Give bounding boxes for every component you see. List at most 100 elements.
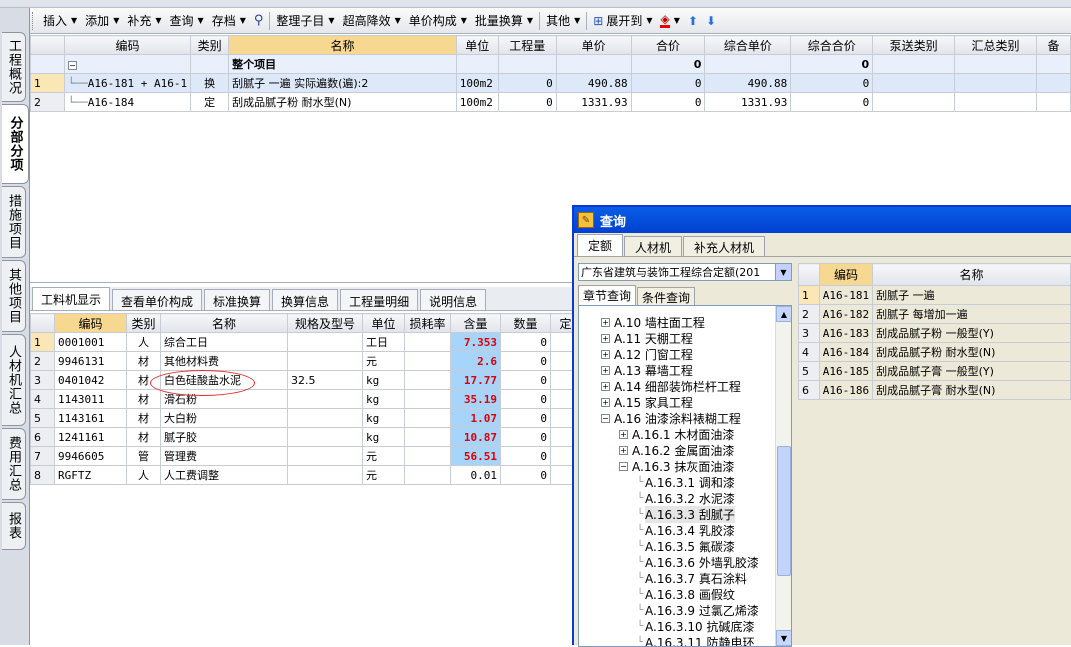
loss-rate-cell[interactable]	[405, 409, 451, 428]
row-number[interactable]: 2	[31, 352, 55, 371]
col-header-quantity[interactable]: 数量	[501, 314, 551, 333]
spec-cell[interactable]	[288, 390, 363, 409]
row-number[interactable]: 6	[31, 428, 55, 447]
unit-cell[interactable]: kg	[363, 409, 405, 428]
quantity-cell[interactable]: 0	[498, 74, 556, 93]
collapse-toggle-cell[interactable]: −	[64, 55, 190, 74]
tab-labor-material-display[interactable]: 工料机显示	[32, 287, 110, 310]
row-number[interactable]: 2	[31, 93, 65, 112]
tree-node[interactable]: −A.16 油漆涂料裱糊工程	[601, 410, 741, 426]
unit-cell[interactable]: 元	[363, 466, 405, 485]
table-row[interactable]: 1 A16-181 刮腻子 一遍	[799, 286, 1071, 305]
cell[interactable]	[1036, 55, 1070, 74]
name-cell[interactable]: 刮腻子 一遍	[873, 286, 1071, 305]
code-cell[interactable]: 1143011	[55, 390, 127, 409]
name-cell[interactable]: 刮成品腻子粉 耐水型(N)	[229, 93, 457, 112]
unit-price-composition-button[interactable]: 单价构成▼	[405, 10, 471, 32]
expand-icon[interactable]: +	[601, 366, 610, 375]
code-cell[interactable]: 9946605	[55, 447, 127, 466]
code-cell[interactable]: A16-181	[819, 286, 872, 305]
cell[interactable]	[955, 93, 1037, 112]
tab-description[interactable]: 说明信息	[420, 289, 486, 310]
quantity-cell[interactable]: 0	[501, 333, 551, 352]
col-header-remarks[interactable]: 备	[1036, 36, 1070, 55]
tree-node[interactable]: +A.14 细部装饰栏杆工程	[601, 378, 741, 394]
col-header-unit[interactable]: 单位	[363, 314, 405, 333]
code-cell[interactable]: └──A16-184	[64, 93, 190, 112]
name-cell[interactable]: 白色硅酸盐水泥	[161, 371, 288, 390]
tab-measures[interactable]: 措施项目	[2, 186, 26, 258]
content-cell[interactable]: 17.77	[451, 371, 501, 390]
unit-cell[interactable]: 100m2	[456, 93, 498, 112]
name-cell[interactable]: 刮成品腻子膏 一般型(Y)	[873, 362, 1071, 381]
spec-cell[interactable]	[288, 447, 363, 466]
col-header-code[interactable]: 编码	[819, 264, 872, 286]
tree-node[interactable]: └A.16.3.1 调和漆	[637, 474, 735, 490]
content-cell[interactable]: 0.01	[451, 466, 501, 485]
unit-price-cell[interactable]: 490.88	[556, 74, 631, 93]
tree-node[interactable]: +A.11 天棚工程	[601, 330, 693, 346]
expand-icon[interactable]: +	[619, 446, 628, 455]
name-cell[interactable]: 人工费调整	[161, 466, 288, 485]
tree-node[interactable]: └A.16.3.5 氟碳漆	[637, 538, 735, 554]
content-cell[interactable]: 2.6	[451, 352, 501, 371]
unit-cell[interactable]: 元	[363, 352, 405, 371]
expand-icon[interactable]: +	[601, 334, 610, 343]
expand-icon[interactable]: +	[601, 318, 610, 327]
quantity-cell[interactable]: 0	[501, 466, 551, 485]
expand-icon[interactable]: +	[619, 430, 628, 439]
name-cell[interactable]: 管理费	[161, 447, 288, 466]
tree-node[interactable]: └A.16.3.11 防静电环	[637, 634, 754, 647]
tree-node[interactable]: +A.16.2 金属面油漆	[619, 442, 734, 458]
quantity-cell[interactable]: 0	[501, 428, 551, 447]
collapse-icon[interactable]: −	[619, 462, 628, 471]
table-row[interactable]: 1 └──A16-181 + A16-1 换 刮腻子 一遍 实际遍数(遍):2 …	[31, 74, 1071, 93]
code-cell[interactable]: 0001001	[55, 333, 127, 352]
tree-node[interactable]: +A.13 幕墙工程	[601, 362, 693, 378]
col-header-unit[interactable]: 单位	[456, 36, 498, 55]
type-cell[interactable]: 定	[191, 93, 229, 112]
code-cell[interactable]: 9946131	[55, 352, 127, 371]
tab-other-items[interactable]: 其他项目	[2, 260, 26, 332]
name-cell[interactable]: 刮腻子 一遍 实际遍数(遍):2	[229, 74, 457, 93]
organize-subitems-button[interactable]: 整理子目▼	[272, 10, 338, 32]
move-up-button[interactable]: ⬆	[684, 10, 702, 32]
type-cell[interactable]: 材	[127, 428, 161, 447]
tab-labor-material-summary[interactable]: 人材机汇总	[2, 334, 26, 426]
quantity-cell[interactable]: 0	[498, 93, 556, 112]
table-row[interactable]: 1 0001001 人 综合工日 工日 7.353 0	[31, 333, 581, 352]
unit-cell[interactable]: kg	[363, 428, 405, 447]
cell[interactable]	[873, 93, 955, 112]
content-cell[interactable]: 56.51	[451, 447, 501, 466]
move-down-button[interactable]: ⬇	[702, 10, 720, 32]
unit-cell[interactable]: kg	[363, 371, 405, 390]
collapse-icon[interactable]: −	[601, 414, 610, 423]
unit-cell[interactable]: 100m2	[456, 74, 498, 93]
quantity-cell[interactable]: 0	[501, 371, 551, 390]
quantity-cell[interactable]: 0	[501, 390, 551, 409]
spec-cell[interactable]	[288, 409, 363, 428]
group-composite-total[interactable]: 0	[791, 55, 873, 74]
unit-cell[interactable]: 工日	[363, 333, 405, 352]
tree-node[interactable]: └A.16.3.2 水泥漆	[637, 490, 735, 506]
tree-node[interactable]: └A.16.3.9 过氯乙烯漆	[637, 602, 759, 618]
supplement-button[interactable]: 补充▼	[123, 10, 165, 32]
composite-unit-price-cell[interactable]: 1331.93	[705, 93, 791, 112]
unit-price-cell[interactable]: 1331.93	[556, 93, 631, 112]
code-cell[interactable]: 1241161	[55, 428, 127, 447]
table-row[interactable]: 4 1143011 材 滑石粉 kg 35.19 0	[31, 390, 581, 409]
expand-icon[interactable]: +	[601, 382, 610, 391]
col-header-quantity[interactable]: 工程量	[498, 36, 556, 55]
row-number[interactable]: 8	[31, 466, 55, 485]
name-cell[interactable]: 大白粉	[161, 409, 288, 428]
table-row[interactable]: 4 A16-184 刮成品腻子粉 耐水型(N)	[799, 343, 1071, 362]
type-cell[interactable]: 材	[127, 409, 161, 428]
tree-node[interactable]: +A.16.1 木材面油漆	[619, 426, 734, 442]
archive-button[interactable]: 存档▼	[208, 10, 250, 32]
col-header-loss-rate[interactable]: 损耗率	[405, 314, 451, 333]
row-number[interactable]: 1	[799, 286, 820, 305]
name-cell[interactable]: 刮腻子 每增加一遍	[873, 305, 1071, 324]
query-button[interactable]: 查询▼	[166, 10, 208, 32]
col-header-code[interactable]: 编码	[64, 36, 190, 55]
name-cell[interactable]: 刮成品腻子粉 耐水型(N)	[873, 343, 1071, 362]
